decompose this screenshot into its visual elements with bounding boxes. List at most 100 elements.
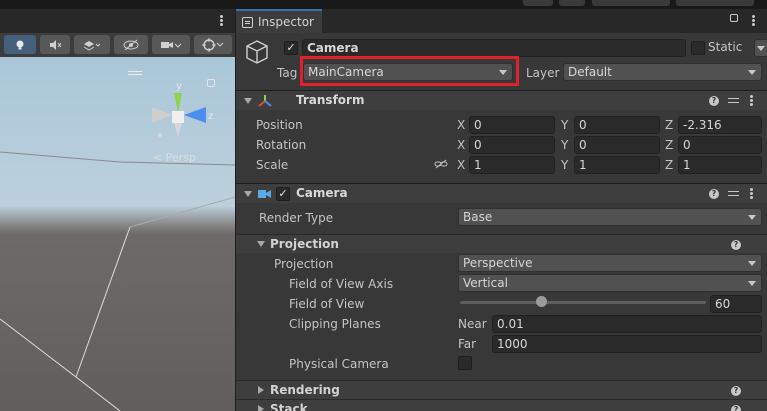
lightbulb-icon (16, 40, 24, 49)
scale-label: Scale (256, 158, 289, 172)
stack-section-header[interactable]: Stack ? (236, 399, 767, 411)
scale-z-field[interactable]: 1 (678, 156, 762, 174)
layout-dropdown[interactable] (676, 0, 754, 6)
lighting-toggle-button[interactable] (4, 35, 36, 54)
position-x-field[interactable]: 0 (469, 116, 555, 134)
projection-help-icon[interactable]: ? (731, 240, 741, 250)
gameobject-active-checkbox[interactable]: ✓ (284, 41, 298, 55)
transform-header[interactable]: Transform ? (236, 90, 767, 110)
video-camera-icon (161, 41, 182, 48)
inspector-lock-icon[interactable] (730, 14, 738, 22)
scene-gizmo-menu-icon[interactable] (128, 71, 142, 77)
clipping-planes-label: Clipping Planes (289, 317, 381, 331)
stack-help-icon[interactable]: ? (731, 405, 741, 411)
tag-label: Tag (277, 66, 298, 80)
scale-y-label: Y (561, 158, 569, 172)
far-field[interactable]: 1000 (492, 335, 762, 353)
projection-dropdown[interactable]: Perspective (458, 254, 762, 272)
fov-axis-value: Vertical (463, 276, 508, 290)
rendering-section-header[interactable]: Rendering ? (236, 380, 767, 399)
camera-help-icon[interactable]: ? (709, 189, 719, 199)
unity-editor: y z < Persp Inspector ✓ Camera Static Ta… (0, 0, 767, 411)
projection-section-header[interactable]: Projection ? (236, 234, 767, 253)
position-z-value: -2.316 (683, 118, 722, 132)
projection-foldout-icon[interactable] (257, 241, 265, 247)
camera-enabled-checkbox[interactable]: ✓ (276, 187, 290, 201)
camera-presets-icon[interactable] (728, 189, 739, 199)
layer-dropdown[interactable]: Default (563, 63, 762, 81)
scene-viewport[interactable]: y z < Persp (0, 57, 235, 411)
fov-label: Field of View (289, 297, 365, 311)
audio-toggle-button[interactable] (40, 35, 70, 54)
layer-label: Layer (526, 66, 560, 80)
near-field[interactable]: 0.01 (492, 315, 762, 333)
scene-toolbar (0, 33, 235, 57)
scale-y-value: 1 (579, 158, 587, 172)
static-checkbox[interactable] (691, 41, 705, 55)
svg-text:y: y (176, 81, 182, 92)
far-label: Far (458, 337, 477, 351)
projection-label[interactable]: < Persp (153, 151, 196, 164)
collab-button[interactable] (523, 0, 553, 6)
rotation-y-field[interactable]: 0 (574, 136, 660, 154)
rotation-z-value: 0 (683, 138, 691, 152)
fov-value-field[interactable]: 60 (710, 295, 762, 313)
inspector-tab-bar: Inspector (236, 9, 767, 33)
scene-view: y z < Persp (0, 9, 235, 411)
fov-axis-dropdown[interactable]: Vertical (458, 274, 762, 292)
scale-y-field[interactable]: 1 (574, 156, 660, 174)
camera-component-header[interactable]: ✓ Camera ? (236, 183, 767, 203)
position-y-field[interactable]: 0 (574, 116, 660, 134)
physical-camera-label: Physical Camera (289, 357, 389, 371)
rotation-label: Rotation (256, 138, 307, 152)
constrain-proportions-link-icon[interactable] (434, 159, 448, 169)
scale-z-label: Z (665, 158, 674, 172)
rotation-z-field[interactable]: 0 (678, 136, 762, 154)
position-z-field[interactable]: -2.316 (678, 116, 762, 134)
scene-tab-bar (0, 9, 235, 33)
transform-help-icon[interactable]: ? (709, 96, 719, 106)
orientation-gizmo[interactable]: y z (146, 79, 216, 149)
static-dropdown[interactable] (754, 39, 767, 57)
fov-slider-thumb[interactable] (535, 296, 547, 307)
physical-camera-checkbox[interactable] (458, 356, 472, 370)
layers-dropdown[interactable] (592, 0, 670, 6)
camera-foldout-icon[interactable] (244, 191, 252, 197)
render-type-value: Base (463, 210, 493, 224)
cloud-button[interactable] (559, 0, 585, 6)
rendering-foldout-icon[interactable] (258, 386, 264, 394)
gizmos-dropdown[interactable] (194, 35, 232, 54)
scale-z-value: 1 (683, 158, 691, 172)
stack-section-title: Stack (270, 402, 308, 411)
hidden-objects-toggle[interactable] (114, 35, 148, 54)
effects-layers-icon (83, 40, 101, 51)
fov-value: 60 (715, 297, 731, 311)
stack-foldout-icon[interactable] (258, 405, 264, 411)
near-label: Near (458, 317, 487, 331)
transform-axes-icon (258, 95, 272, 107)
camera-more-icon[interactable] (750, 188, 753, 200)
scene-more-icon[interactable] (220, 15, 223, 27)
rotation-y-value: 0 (579, 138, 587, 152)
inspector-more-icon[interactable] (752, 15, 755, 27)
tab-inspector[interactable]: Inspector (236, 9, 322, 33)
effects-dropdown[interactable] (74, 35, 110, 54)
fov-axis-label: Field of View Axis (289, 277, 394, 291)
render-type-dropdown[interactable]: Base (458, 208, 762, 226)
projection-label: Projection (274, 257, 334, 271)
transform-more-icon[interactable] (750, 95, 753, 107)
rendering-help-icon[interactable]: ? (731, 386, 741, 396)
inspector-tab-label: Inspector (258, 15, 314, 29)
svg-text:z: z (208, 111, 213, 122)
camera-settings-dropdown[interactable] (152, 35, 190, 54)
rotation-x-field[interactable]: 0 (469, 136, 555, 154)
transform-foldout-icon[interactable] (244, 98, 252, 104)
transform-presets-icon[interactable] (728, 96, 739, 106)
fov-slider-track[interactable] (460, 301, 706, 304)
gizmo-crosshair-icon (202, 37, 224, 52)
gameobject-name-text: Camera (307, 41, 359, 55)
scale-x-field[interactable]: 1 (469, 156, 555, 174)
tag-highlight-annotation (300, 56, 519, 86)
gameobject-name-field[interactable]: Camera (302, 39, 686, 57)
rotation-z-label: Z (665, 138, 674, 152)
